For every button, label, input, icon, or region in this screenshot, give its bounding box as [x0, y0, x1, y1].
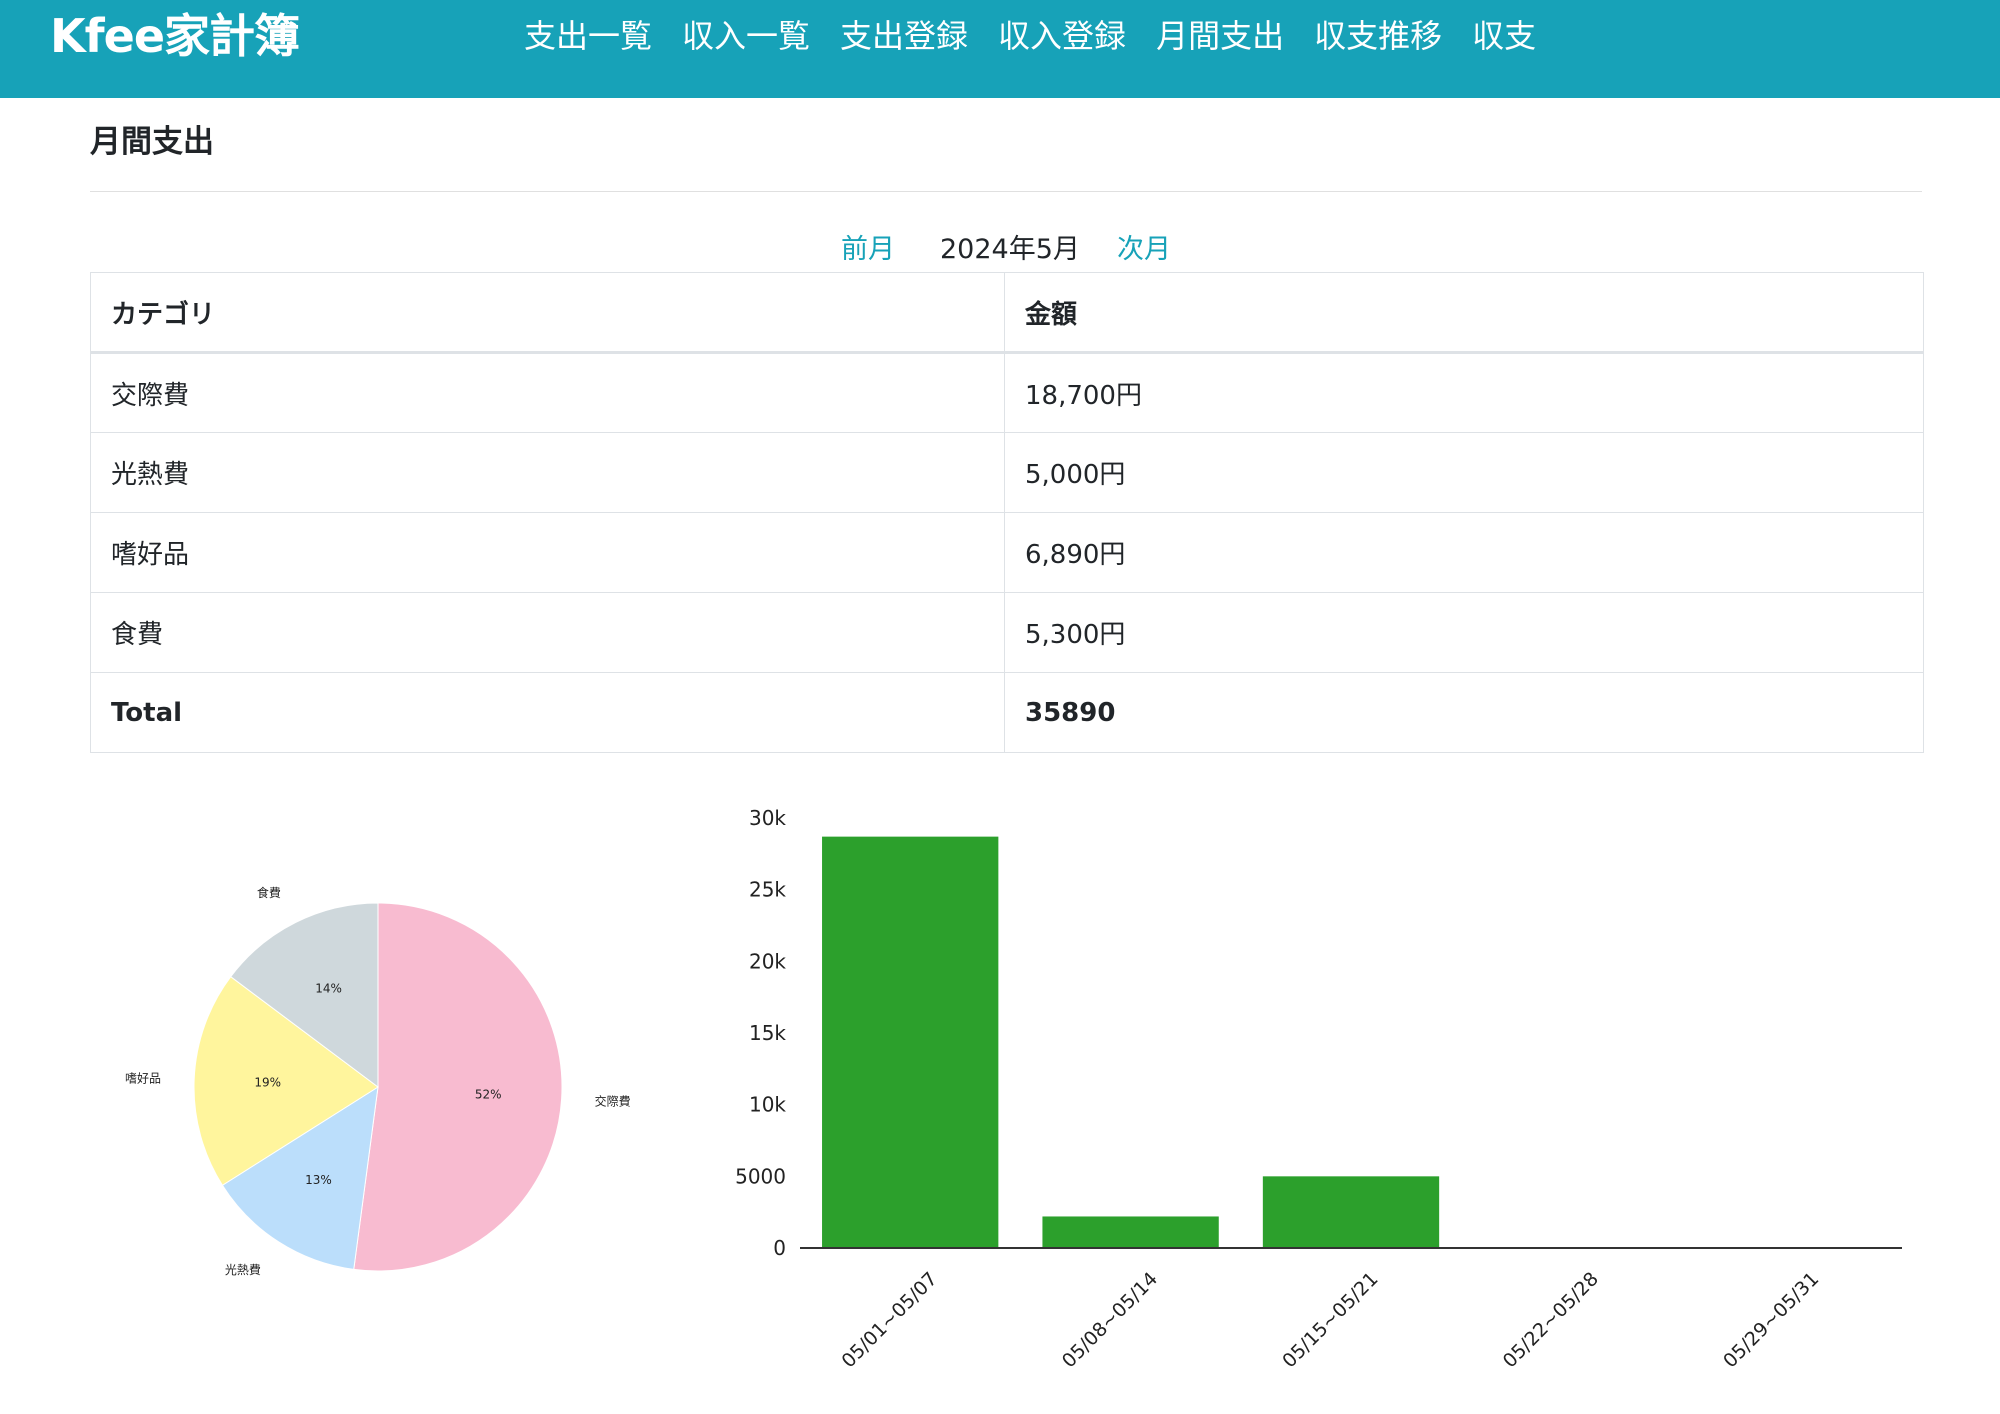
- x-tick-label: 05/29~05/31: [1719, 1268, 1823, 1372]
- y-tick-label: 0: [773, 1236, 786, 1260]
- pie-slice: [353, 902, 563, 1272]
- pie-category-label: 食費: [257, 885, 281, 900]
- category-pie-chart: 52% 交際費 13% 光熱費 19% 嗜好品 14% 食費 0 5000 10k 15k 20k 25k…: [125, 806, 1902, 1372]
- x-tick-label: 05/22~05/28: [1499, 1268, 1603, 1372]
- pie-percent-label: 13%: [305, 1173, 332, 1187]
- y-tick-label: 30k: [749, 806, 786, 830]
- bar: [822, 836, 999, 1248]
- bar: [1262, 1176, 1440, 1248]
- pie-percent-label: 52%: [475, 1087, 502, 1101]
- pie-category-label: 嗜好品: [125, 1071, 161, 1085]
- pie-category-label: 光熱費: [225, 1262, 261, 1277]
- y-tick-label: 15k: [749, 1021, 786, 1045]
- pie-percent-label: 19%: [254, 1076, 281, 1090]
- pie-percent-label: 14%: [315, 981, 342, 995]
- x-tick-label: 05/01~05/07: [837, 1268, 941, 1372]
- y-tick-label: 10k: [749, 1093, 786, 1117]
- y-tick-label: 20k: [749, 949, 786, 973]
- x-tick-label: 05/15~05/21: [1278, 1268, 1382, 1372]
- y-tick-label: 5000: [735, 1164, 786, 1188]
- pie-category-label: 交際費: [595, 1093, 631, 1108]
- x-tick-label: 05/08~05/14: [1058, 1268, 1162, 1372]
- bar: [1042, 1216, 1219, 1248]
- y-tick-label: 25k: [749, 878, 786, 902]
